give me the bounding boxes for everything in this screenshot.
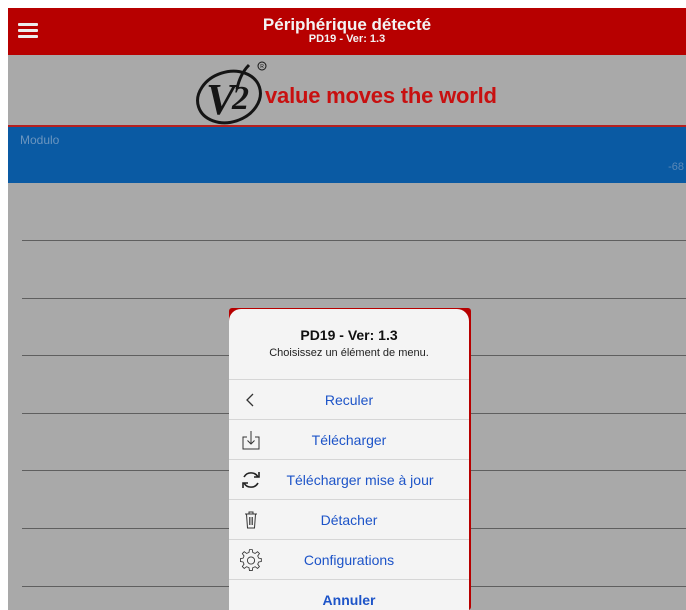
brand-banner: V 2 R value moves the world: [8, 55, 686, 127]
brand-tagline: value moves the world: [265, 83, 497, 108]
action-sheet-header: PD19 - Ver: 1.3 Choisissez un élément de…: [229, 309, 469, 380]
list-divider: [22, 298, 686, 299]
app-header: Périphérique détecté PD19 - Ver: 1.3: [8, 8, 686, 55]
download-button[interactable]: Télécharger: [229, 420, 469, 460]
svg-text:R: R: [260, 64, 264, 70]
page-title: Périphérique détecté: [262, 15, 432, 34]
download-icon: [242, 431, 260, 450]
action-sheet-title: PD19 - Ver: 1.3: [300, 327, 398, 343]
v2-logo-icon: V 2 R: [196, 61, 267, 125]
svg-text:2: 2: [231, 80, 249, 117]
app-screen: Périphérique détecté PD19 - Ver: 1.3 V 2…: [8, 8, 686, 610]
configurations-button[interactable]: Configurations: [229, 540, 469, 580]
gear-icon: [239, 549, 262, 571]
detach-label: Détacher: [320, 511, 378, 528]
back-label: Reculer: [324, 391, 374, 408]
download-update-label: Télécharger mise à jour: [286, 471, 434, 488]
download-label: Télécharger: [311, 431, 387, 448]
cancel-label: Annuler: [322, 591, 376, 608]
module-signal-value: -68: [668, 161, 684, 173]
action-sheet: PD19 - Ver: 1.3 Choisissez un élément de…: [229, 309, 469, 610]
configurations-label: Configurations: [303, 551, 395, 568]
back-button[interactable]: Reculer: [229, 380, 469, 420]
trash-icon: [245, 511, 257, 529]
cancel-button[interactable]: Annuler: [229, 580, 469, 610]
refresh-icon: [242, 472, 260, 488]
device-version: PD19 - Ver: 1.3: [308, 33, 386, 45]
chevron-left-icon: [246, 393, 254, 407]
detach-button[interactable]: Détacher: [229, 500, 469, 540]
action-sheet-message: Choisissez un élément de menu.: [269, 347, 429, 359]
module-row[interactable]: Modulo -68: [8, 127, 686, 183]
list-divider: [22, 240, 686, 241]
module-label: Modulo: [20, 133, 60, 147]
download-update-button[interactable]: Télécharger mise à jour: [229, 460, 469, 500]
